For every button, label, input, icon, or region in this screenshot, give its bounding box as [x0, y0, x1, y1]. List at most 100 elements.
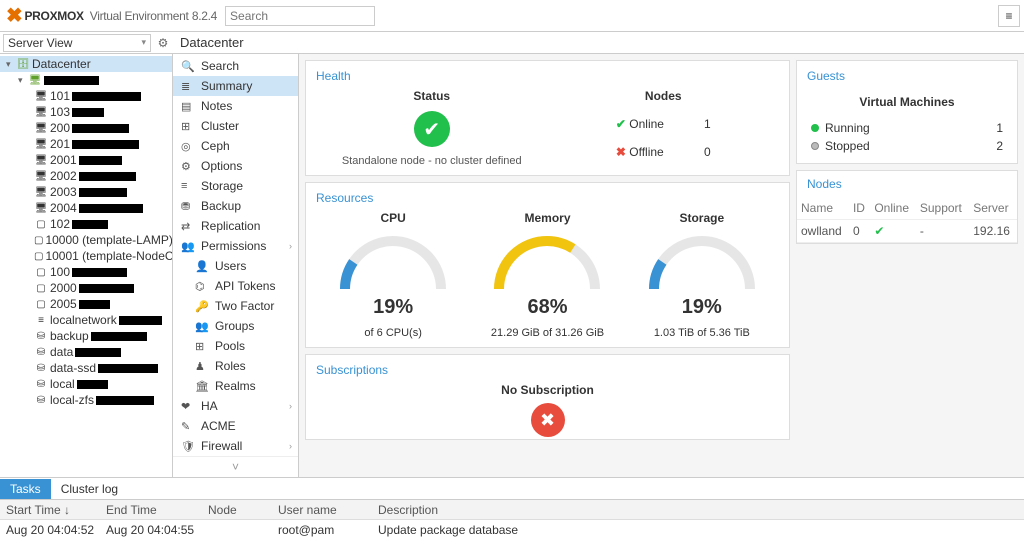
menu-icon: ▤ [181, 100, 195, 113]
tree-item[interactable]: ⛁data [0, 344, 172, 360]
menu-storage[interactable]: ≡Storage [173, 176, 298, 196]
tab-tasks[interactable]: Tasks [0, 479, 51, 499]
network-icon: ≡ [34, 314, 48, 326]
tree-item[interactable]: 🖥2003 [0, 184, 172, 200]
menu-groups[interactable]: 👥Groups [173, 316, 298, 336]
menu-replication[interactable]: ⇄Replication [173, 216, 298, 236]
tree-item[interactable]: ▢102 [0, 216, 172, 232]
server-view-dropdown[interactable]: Server View ▾ [3, 34, 151, 52]
tree-item[interactable]: ▢2005 [0, 296, 172, 312]
tree-item[interactable]: 🖥2001 [0, 152, 172, 168]
logo-icon: ✖ [6, 3, 22, 28]
menu-realms[interactable]: 🏛Realms [173, 376, 298, 396]
status-heading: Status [316, 89, 548, 103]
tree-datacenter[interactable]: ▾🗄 Datacenter [0, 56, 172, 72]
log-row[interactable]: Aug 20 04:04:52Aug 20 04:04:55root@pamUp… [0, 520, 1024, 540]
vm-icon: 🖥 [34, 138, 48, 150]
chevron-right-icon: › [289, 241, 292, 251]
subscription-status: No Subscription [316, 383, 779, 397]
status-sub: Standalone node - no cluster defined [316, 155, 548, 167]
gear-icon[interactable]: ⚙ [154, 34, 172, 52]
menu-icon: ⇄ [181, 220, 195, 233]
resource-tree: ▾🗄 Datacenter ▾🖥 🖥101🖥103🖥200🖥201🖥2001🖥2… [0, 54, 173, 477]
status-ok-icon: ✔ [414, 111, 450, 147]
menu-icon: 👥 [181, 240, 195, 253]
server-view-label: Server View [8, 36, 72, 50]
tree-item[interactable]: ▢10001 (template-NodeCouchDB) [0, 248, 172, 264]
bottom-panel: Tasks Cluster log Start Time ↓ End Time … [0, 477, 1024, 540]
tree-item[interactable]: 🖥2004 [0, 200, 172, 216]
menu-icon: 🔍 [181, 60, 195, 73]
storage-icon: ⛁ [34, 362, 48, 374]
menu-users[interactable]: 👤Users [173, 256, 298, 276]
menu-api-tokens[interactable]: ⌬API Tokens [173, 276, 298, 296]
menu-icon: ⛃ [181, 200, 195, 213]
tree-item[interactable]: ▢100 [0, 264, 172, 280]
tree-item[interactable]: ⛁data-ssd [0, 360, 172, 376]
tree-item[interactable]: 🖥201 [0, 136, 172, 152]
ct-icon: ▢ [34, 282, 48, 294]
menu-permissions[interactable]: 👥Permissions› [173, 236, 298, 256]
ct-icon: ▢ [34, 234, 43, 246]
menu-firewall[interactable]: 🛡Firewall› [173, 436, 298, 456]
menu-acme[interactable]: ✎ACME [173, 416, 298, 436]
tree-item[interactable]: ⛁backup [0, 328, 172, 344]
tree-item[interactable]: ⛁local [0, 376, 172, 392]
menu-two-factor[interactable]: 🔑Two Factor [173, 296, 298, 316]
menu-icon: 🔑 [195, 300, 209, 313]
online-count: 1 [704, 117, 711, 131]
menu-icon: ❤ [181, 400, 195, 413]
menu-options[interactable]: ⚙Options [173, 156, 298, 176]
tree-item[interactable]: 🖥200 [0, 120, 172, 136]
nodes-table: Name ID Online Support Server owlland0✔-… [797, 197, 1017, 243]
breadcrumb: Datacenter [180, 35, 244, 50]
menu-roles[interactable]: ♟Roles [173, 356, 298, 376]
tree-item[interactable]: ≡localnetwork [0, 312, 172, 328]
tree-item[interactable]: ▢2000 [0, 280, 172, 296]
brand-product: Virtual Environment 8.2.4 [90, 8, 217, 23]
main: ▾🗄 Datacenter ▾🖥 🖥101🖥103🖥200🖥201🖥2001🖥2… [0, 54, 1024, 477]
table-row[interactable]: owlland0✔-192.16 [797, 220, 1017, 243]
vm-icon: 🖥 [34, 186, 48, 198]
guests-heading: Virtual Machines [807, 95, 1007, 109]
tab-cluster-log[interactable]: Cluster log [51, 479, 128, 499]
guests-panel: Guests Virtual Machines Running 1 Stoppe… [796, 60, 1018, 164]
tree-item[interactable]: 🖥101 [0, 88, 172, 104]
offline-count: 0 [704, 145, 711, 159]
storage-icon: ⛁ [34, 346, 48, 358]
tree-node[interactable]: ▾🖥 [0, 72, 172, 88]
section-menu: 🔍Search≣Summary▤Notes⊞Cluster◎Ceph⚙Optio… [173, 54, 299, 477]
menu-search[interactable]: 🔍Search [173, 56, 298, 76]
tree-item[interactable]: 🖥2002 [0, 168, 172, 184]
menu-icon: ≡ [181, 180, 195, 192]
menu-cluster[interactable]: ⊞Cluster [173, 116, 298, 136]
search-input[interactable] [225, 6, 375, 26]
menu-ceph[interactable]: ◎Ceph [173, 136, 298, 156]
vm-icon: 🖥 [34, 122, 48, 134]
chevron-down-icon: ▾ [141, 37, 146, 48]
storage-icon: ⛁ [34, 330, 48, 342]
subscription-bad-icon: ✖ [531, 403, 565, 437]
menu-pools[interactable]: ⊞Pools [173, 336, 298, 356]
ct-icon: ▢ [34, 250, 43, 262]
menu-icon: ⌬ [195, 280, 209, 293]
menu-icon: ⊞ [195, 340, 209, 353]
header-right-button[interactable]: ≡ [998, 5, 1020, 27]
menu-summary[interactable]: ≣Summary [173, 76, 298, 96]
resources-panel: Resources CPU19%of 6 CPU(s)Memory68%21.2… [305, 182, 790, 348]
tree-item[interactable]: ⛁local-zfs [0, 392, 172, 408]
stopped-dot-icon [811, 142, 819, 150]
menu-ha[interactable]: ❤HA› [173, 396, 298, 416]
log-header: Start Time ↓ End Time Node User name Des… [0, 500, 1024, 520]
panel-title: Resources [316, 191, 779, 205]
vm-icon: 🖥 [34, 106, 48, 118]
top-header: ✖ PROXMOX Virtual Environment 8.2.4 ≡ [0, 0, 1024, 32]
menu-collapse-icon[interactable]: ˅ [173, 456, 298, 477]
menu-notes[interactable]: ▤Notes [173, 96, 298, 116]
tree-item[interactable]: 🖥103 [0, 104, 172, 120]
menu-icon: ≣ [181, 80, 195, 93]
menu-backup[interactable]: ⛃Backup [173, 196, 298, 216]
tree-item[interactable]: ▢10000 (template-LAMP) [0, 232, 172, 248]
menu-icon: ◎ [181, 140, 195, 153]
nodes-panel: Nodes Name ID Online Support Server owll… [796, 170, 1018, 244]
